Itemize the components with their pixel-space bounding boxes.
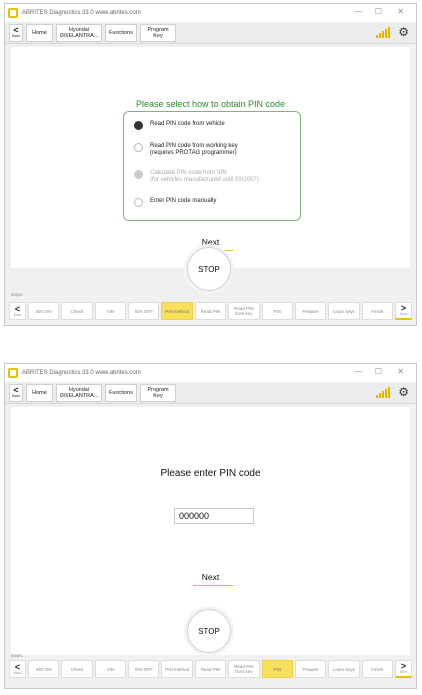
nav-bar: < Back Home Hyundai i30/ELANTRA... Funct… [5, 382, 416, 404]
steps-label: steps: [11, 653, 24, 658]
step-ign-off: IGN OFF [128, 302, 160, 320]
stop-button[interactable]: STOP [187, 609, 231, 653]
abrites-logo-icon [8, 368, 18, 378]
step-learn-keys: Learn keys [328, 302, 360, 320]
steps-next-button[interactable]: > Next [394, 660, 412, 678]
main-panel: Please select how to obtain PIN code Rea… [11, 47, 410, 268]
functions-button[interactable]: Functions [105, 23, 137, 42]
pin-method-prompt: Please select how to obtain PIN code [135, 99, 286, 109]
step-pin: PIN [261, 660, 293, 678]
next-underline [193, 585, 233, 586]
signal-bars-icon [376, 387, 390, 398]
radio-icon[interactable] [134, 143, 143, 152]
title-bar: ABRITES Diagnostics 33.0 www.abrites.com… [5, 4, 416, 22]
window-title: ABRITES Diagnostics 33.0 www.abrites.com [22, 370, 141, 376]
next-button[interactable]: Next [11, 237, 410, 247]
window-title: ABRITES Diagnostics 33.0 www.abrites.com [22, 10, 141, 16]
step-prepare: Prepare [294, 302, 327, 320]
program-key-button[interactable]: Program Key [140, 23, 176, 42]
home-button[interactable]: Home [26, 23, 53, 42]
steps-label: steps: [11, 292, 24, 297]
home-button[interactable]: Home [26, 383, 53, 402]
nav-bar: < Back Home Hyundai i30/ELANTRA... Funct… [5, 22, 416, 44]
step-pin-method: PIN method [161, 660, 193, 678]
close-button[interactable]: ✕ [397, 7, 404, 16]
option-enter-manually[interactable]: Enter PIN code manually [134, 198, 216, 207]
steps-bar: < Back IGN ON Check VIN IGN OFF PIN meth… [9, 660, 412, 678]
steps-back-button[interactable]: < Back [9, 660, 26, 678]
enter-pin-heading: Please enter PIN code [160, 468, 261, 479]
step-read-pin: Read PIN [194, 302, 227, 320]
vehicle-button[interactable]: Hyundai i30/ELANTRA... [56, 383, 102, 402]
step-prepare: Prepare [294, 660, 327, 678]
steps-bar: < Back IGN ON Check VIN IGN OFF PIN meth… [9, 302, 412, 320]
chevron-left-icon: < [13, 25, 19, 35]
step-check: Check [61, 302, 93, 320]
step-ign-on: IGN ON [28, 302, 60, 320]
pin-input[interactable] [174, 508, 254, 524]
pin-method-options: Read PIN code from vehicle Read PIN code… [123, 111, 301, 221]
app-window-pin-method: ABRITES Diagnostics 33.0 www.abrites.com… [4, 3, 417, 326]
vehicle-button[interactable]: Hyundai i30/ELANTRA... [56, 23, 102, 42]
abrites-logo-icon [8, 8, 18, 18]
maximize-button[interactable]: ☐ [375, 7, 382, 16]
step-read-pin-from-key: Read PIN from key [228, 302, 260, 320]
step-pin-method: PIN method [161, 302, 193, 320]
gear-icon[interactable]: ⚙ [398, 385, 409, 399]
gear-icon[interactable]: ⚙ [398, 25, 409, 39]
step-pin: PIN [261, 302, 293, 320]
chevron-right-icon: > [400, 661, 407, 671]
functions-button[interactable]: Functions [105, 383, 137, 402]
maximize-button[interactable]: ☐ [375, 367, 382, 376]
chevron-left-icon: < [14, 303, 21, 314]
step-finish: Finish [361, 302, 393, 320]
radio-disabled-icon [134, 170, 143, 179]
step-read-pin: Read PIN [194, 660, 227, 678]
step-vin: VIN [94, 302, 127, 320]
app-window-enter-pin: ABRITES Diagnostics 33.0 www.abrites.com… [4, 363, 417, 689]
steps-back-button[interactable]: < Back [9, 302, 26, 320]
option-read-from-vehicle[interactable]: Read PIN code from vehicle [134, 121, 225, 130]
step-check: Check [61, 660, 93, 678]
program-key-button[interactable]: Program Key [140, 383, 176, 402]
steps-next-button[interactable]: > Next [394, 302, 412, 320]
chevron-left-icon: < [14, 661, 21, 672]
back-button[interactable]: < Back [9, 383, 23, 402]
stop-button[interactable]: STOP [187, 247, 231, 291]
step-read-pin-from-key: Read PIN from key [228, 660, 260, 678]
step-vin: VIN [94, 660, 127, 678]
radio-selected-icon[interactable] [134, 121, 143, 130]
title-bar: ABRITES Diagnostics 33.0 www.abrites.com… [5, 364, 416, 382]
step-ign-off: IGN OFF [128, 660, 160, 678]
radio-icon[interactable] [134, 198, 143, 207]
step-finish: Finish [361, 660, 393, 678]
step-ign-on: IGN ON [28, 660, 60, 678]
close-button[interactable]: ✕ [397, 367, 404, 376]
minimize-button[interactable]: — [354, 367, 362, 376]
back-button[interactable]: < Back [9, 23, 23, 42]
signal-bars-icon [376, 27, 390, 38]
option-calculate-from-vin: Calculate PIN code from VIN (for vehicle… [134, 170, 259, 184]
step-learn-keys: Learn keys [328, 660, 360, 678]
chevron-right-icon: > [400, 303, 407, 313]
next-button[interactable]: Next [11, 572, 410, 582]
minimize-button[interactable]: — [354, 7, 362, 16]
chevron-left-icon: < [13, 385, 19, 395]
option-read-from-working-key[interactable]: Read PIN code from working key (requires… [134, 143, 238, 157]
